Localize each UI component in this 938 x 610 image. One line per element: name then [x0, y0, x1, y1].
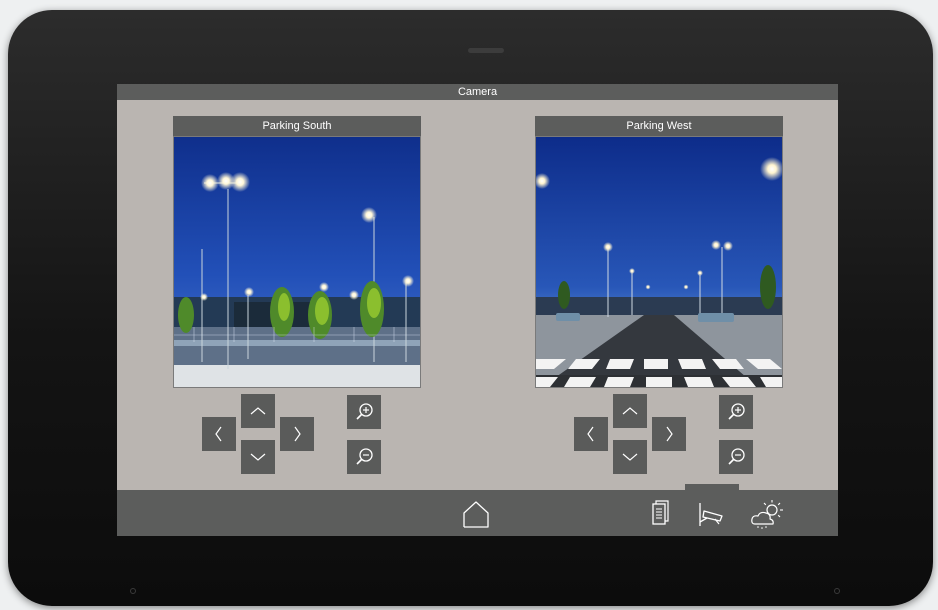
camera-feed-south[interactable]: [173, 136, 421, 388]
pan-up-button-west[interactable]: [613, 394, 647, 428]
documents-button[interactable]: [643, 498, 675, 530]
touch-screen: Camera Parking South Parking West: [117, 84, 838, 536]
pan-down-button-south[interactable]: [241, 440, 275, 474]
zoom-in-icon: [728, 403, 745, 420]
chevron-right-icon: [666, 426, 673, 442]
security-camera-icon: [699, 503, 723, 526]
camera-title-south: Parking South: [173, 116, 421, 136]
zoom-in-icon: [356, 403, 373, 420]
pan-down-button-west[interactable]: [613, 440, 647, 474]
chevron-left-icon: [215, 426, 222, 442]
device-led-right: [834, 588, 840, 594]
zoom-out-icon: [356, 448, 373, 465]
camera-panel-south: Parking South: [173, 116, 421, 388]
chevron-up-icon: [622, 407, 638, 415]
document-icon: [652, 500, 669, 525]
zoom-out-icon: [728, 448, 745, 465]
pan-up-button-south[interactable]: [241, 394, 275, 428]
zoom-in-button-west[interactable]: [719, 395, 753, 429]
camera-nav-button[interactable]: [695, 498, 727, 530]
chevron-up-icon: [250, 407, 266, 415]
device-led-left: [130, 588, 136, 594]
zoom-in-button-south[interactable]: [347, 395, 381, 429]
zoom-out-button-south[interactable]: [347, 440, 381, 474]
pan-right-button-west[interactable]: [652, 417, 686, 451]
camera-title-west: Parking West: [535, 116, 783, 136]
chevron-down-icon: [250, 453, 266, 461]
pan-right-button-south[interactable]: [280, 417, 314, 451]
weather-button[interactable]: [749, 498, 783, 530]
zoom-out-button-west[interactable]: [719, 440, 753, 474]
chevron-down-icon: [622, 453, 638, 461]
home-icon: [463, 501, 489, 528]
bottom-nav-bar: [117, 484, 838, 536]
chevron-left-icon: [587, 426, 594, 442]
active-tab-indicator: [685, 484, 739, 490]
pan-left-button-south[interactable]: [202, 417, 236, 451]
device-speaker: [468, 48, 504, 53]
camera-panel-west: Parking West: [535, 116, 783, 388]
home-button[interactable]: [460, 498, 492, 530]
weather-icon: [751, 500, 783, 529]
camera-feed-west[interactable]: [535, 136, 783, 388]
chevron-right-icon: [294, 426, 301, 442]
pan-left-button-west[interactable]: [574, 417, 608, 451]
page-title: Camera: [117, 84, 838, 100]
